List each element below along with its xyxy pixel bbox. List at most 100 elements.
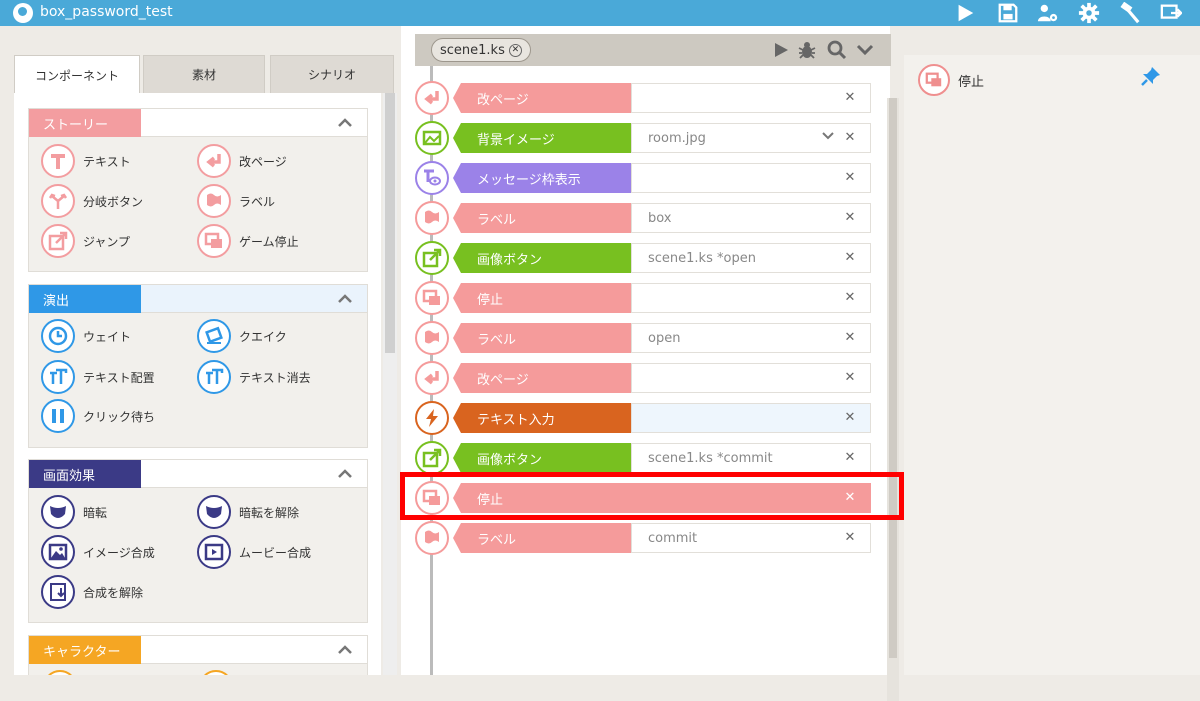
command-value[interactable]: [631, 403, 871, 433]
delete-icon[interactable]: ✕: [843, 331, 857, 345]
command-value[interactable]: [631, 83, 871, 113]
command-value[interactable]: open: [631, 323, 871, 353]
command-row[interactable]: テキスト入力 ✕: [415, 401, 875, 435]
command-value[interactable]: box: [631, 203, 871, 233]
command-label[interactable]: ラベル: [453, 203, 631, 233]
component-branch-button[interactable]: 分岐ボタン: [41, 184, 143, 218]
delete-icon[interactable]: ✕: [843, 251, 857, 265]
command-row[interactable]: 改ページ ✕: [415, 81, 875, 115]
component-jump[interactable]: ジャンプ: [41, 224, 130, 258]
command-value[interactable]: [631, 363, 871, 393]
tab-components[interactable]: コンポーネント: [14, 55, 140, 95]
stop-window-icon[interactable]: [415, 281, 449, 315]
component-text[interactable]: テキスト: [41, 144, 131, 178]
command-row[interactable]: 停止 ✕: [415, 281, 875, 315]
command-row[interactable]: 画像ボタン scene1.ks *commit ✕: [415, 441, 875, 475]
delete-icon[interactable]: ✕: [843, 411, 857, 425]
command-label[interactable]: 停止: [453, 283, 631, 313]
component-movie-compose[interactable]: ムービー合成: [197, 535, 311, 569]
component-quake[interactable]: クエイク: [197, 319, 287, 353]
delete-icon[interactable]: ✕: [843, 211, 857, 225]
play-icon[interactable]: [771, 40, 791, 60]
page-break-icon[interactable]: [415, 361, 449, 395]
delete-icon[interactable]: ✕: [843, 451, 857, 465]
close-icon[interactable]: ✕: [508, 43, 522, 57]
command-label[interactable]: テキスト入力: [453, 403, 631, 433]
command-row[interactable]: 背景イメージ room.jpg ✕: [415, 121, 875, 155]
component-text-place[interactable]: テキスト配置: [41, 360, 155, 394]
chevron-down-icon[interactable]: [821, 129, 835, 143]
tab-assets[interactable]: 素材: [143, 55, 265, 93]
command-value[interactable]: scene1.ks *commit: [631, 443, 871, 473]
component-click-wait[interactable]: クリック待ち: [41, 399, 155, 433]
background-image-icon[interactable]: [415, 121, 449, 155]
chevron-up-icon[interactable]: [337, 466, 353, 482]
flag-icon[interactable]: [415, 521, 449, 555]
command-value[interactable]: scene1.ks *open: [631, 243, 871, 273]
component-page-break[interactable]: 改ページ: [197, 144, 287, 178]
command-label[interactable]: メッセージ枠表示: [453, 163, 631, 193]
command-row[interactable]: 画像ボタン scene1.ks *open ✕: [415, 241, 875, 275]
image-button-icon[interactable]: [415, 441, 449, 475]
chevron-down-icon[interactable]: [855, 40, 875, 60]
export-icon[interactable]: [1158, 0, 1184, 26]
scrollbar-thumb[interactable]: [889, 98, 897, 658]
delete-icon[interactable]: ✕: [843, 131, 857, 145]
command-label[interactable]: ラベル: [453, 323, 631, 353]
command-value[interactable]: [631, 163, 871, 193]
tab-scenario[interactable]: シナリオ: [270, 55, 394, 93]
command-value[interactable]: [631, 283, 871, 313]
command-row[interactable]: メッセージ枠表示 ✕: [415, 161, 875, 195]
character-icon[interactable]: [199, 670, 233, 675]
editor-scrollbar[interactable]: [887, 98, 899, 701]
command-value[interactable]: room.jpg: [631, 123, 871, 153]
play-icon[interactable]: [952, 0, 978, 26]
chevron-up-icon[interactable]: [337, 115, 353, 131]
component-label[interactable]: ラベル: [197, 184, 275, 218]
command-label[interactable]: 画像ボタン: [453, 243, 631, 273]
section-header[interactable]: ストーリー: [29, 109, 367, 137]
component-scrollbar[interactable]: [383, 93, 397, 675]
flag-icon[interactable]: [415, 321, 449, 355]
delete-icon[interactable]: ✕: [843, 371, 857, 385]
delete-icon[interactable]: ✕: [843, 171, 857, 185]
hammer-icon[interactable]: [1117, 0, 1143, 26]
section-header[interactable]: キャラクター: [29, 636, 367, 664]
command-label[interactable]: 画像ボタン: [453, 443, 631, 473]
component-game-stop[interactable]: ゲーム停止: [197, 224, 299, 258]
command-row[interactable]: ラベル open ✕: [415, 321, 875, 355]
image-button-icon[interactable]: [415, 241, 449, 275]
component-image-compose[interactable]: イメージ合成: [41, 535, 155, 569]
command-label[interactable]: 背景イメージ: [453, 123, 631, 153]
users-gear-icon[interactable]: [1035, 0, 1061, 26]
search-icon[interactable]: [827, 40, 847, 60]
command-row[interactable]: 改ページ ✕: [415, 361, 875, 395]
command-value[interactable]: commit: [631, 523, 871, 553]
file-tab[interactable]: scene1.ks ✕: [431, 38, 531, 62]
command-label[interactable]: 改ページ: [453, 83, 631, 113]
command-label[interactable]: 改ページ: [453, 363, 631, 393]
component-fade-dark[interactable]: 暗転: [41, 495, 107, 529]
character-icon[interactable]: [43, 670, 77, 675]
chevron-up-icon[interactable]: [337, 291, 353, 307]
lightning-icon[interactable]: [415, 401, 449, 435]
command-row[interactable]: ラベル box ✕: [415, 201, 875, 235]
bug-icon[interactable]: [797, 40, 817, 60]
gear-icon[interactable]: [1076, 0, 1102, 26]
delete-icon[interactable]: ✕: [843, 531, 857, 545]
command-row[interactable]: ラベル commit ✕: [415, 521, 875, 555]
component-compose-release[interactable]: 合成を解除: [41, 575, 143, 609]
section-header[interactable]: 画面効果: [29, 460, 367, 488]
scrollbar-thumb[interactable]: [385, 93, 395, 353]
component-text-erase[interactable]: テキスト消去: [197, 360, 311, 394]
chevron-up-icon[interactable]: [337, 642, 353, 658]
message-window-icon[interactable]: [415, 161, 449, 195]
delete-icon[interactable]: ✕: [843, 291, 857, 305]
save-icon[interactable]: [995, 0, 1021, 26]
component-fade-release[interactable]: 暗転を解除: [197, 495, 299, 529]
page-break-icon[interactable]: [415, 81, 449, 115]
component-wait[interactable]: ウェイト: [41, 319, 131, 353]
pin-icon[interactable]: [1140, 65, 1162, 87]
section-header[interactable]: 演出: [29, 285, 367, 313]
delete-icon[interactable]: ✕: [843, 91, 857, 105]
